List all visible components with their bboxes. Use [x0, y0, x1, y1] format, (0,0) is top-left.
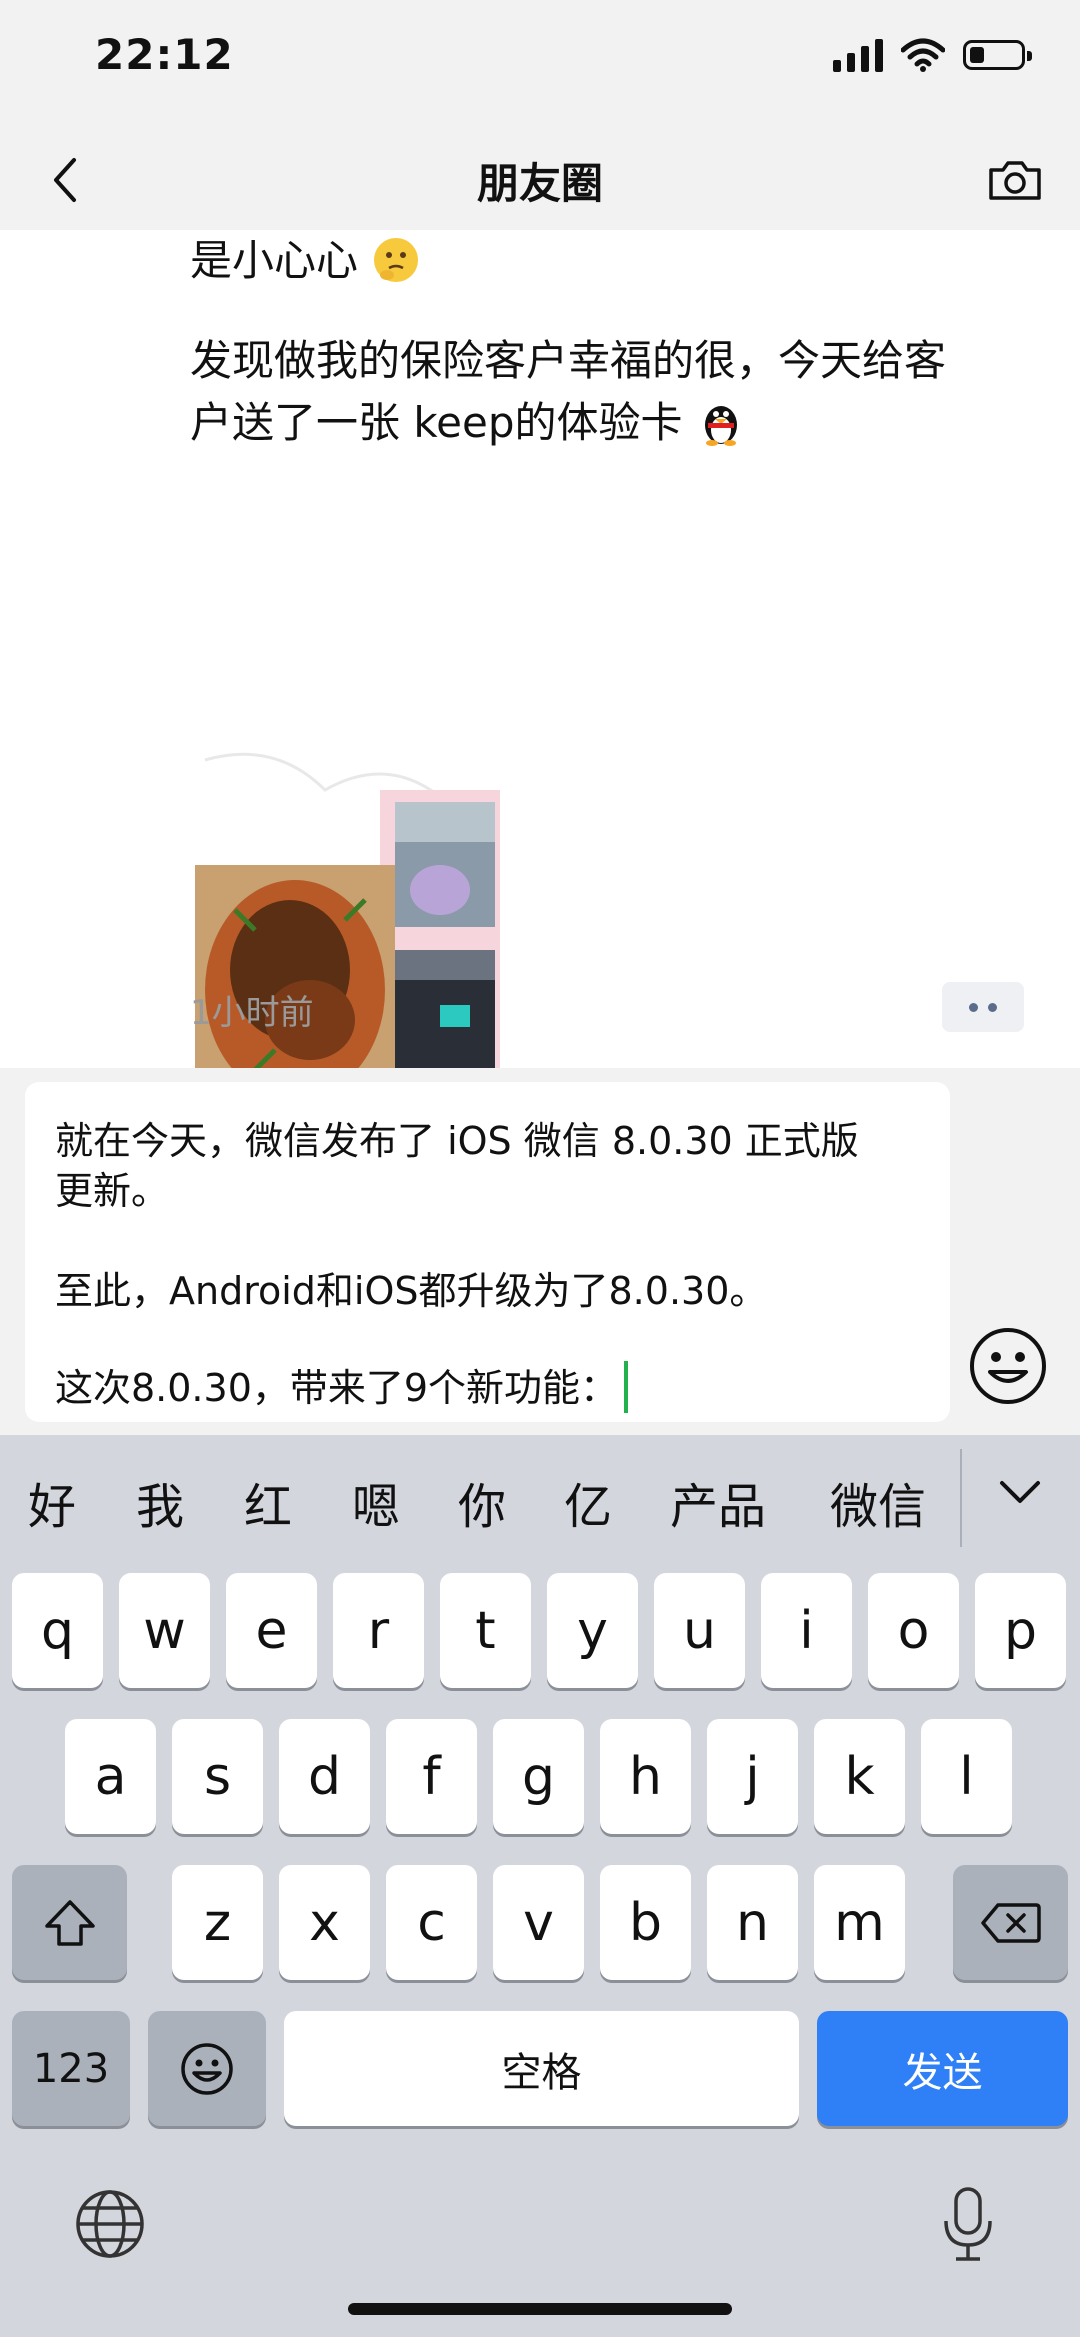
key-a[interactable]: a	[65, 1719, 156, 1834]
home-indicator	[348, 2303, 732, 2315]
key-n[interactable]: n	[707, 1865, 798, 1980]
thinking-face-icon	[374, 238, 419, 282]
key-u[interactable]: u	[654, 1573, 745, 1688]
emoji-key[interactable]	[148, 2011, 266, 2126]
compose-text-line: 就在今天，微信发布了 iOS 微信 8.0.30 正式版	[55, 1119, 859, 1163]
battery-icon	[963, 40, 1032, 70]
key-k[interactable]: k	[814, 1719, 905, 1834]
key-l[interactable]: l	[921, 1719, 1012, 1834]
numbers-key[interactable]: 123	[12, 2011, 130, 2126]
key-s[interactable]: s	[172, 1719, 263, 1834]
candidate-word[interactable]: 亿	[564, 1467, 612, 1537]
globe-icon[interactable]	[74, 2188, 146, 2260]
chevron-down-icon	[1000, 1481, 1040, 1503]
key-i[interactable]: i	[761, 1573, 852, 1688]
moments-post: 是小心心 发现做我的保险客户幸福的很，今天给客 户送了一张 keep的体验卡 1…	[0, 230, 1080, 1130]
key-g[interactable]: g	[493, 1719, 584, 1834]
emoji-icon	[181, 2042, 233, 2095]
key-e[interactable]: e	[226, 1573, 317, 1688]
post-text-line: 发现做我的保险客户幸福的很，今天给客	[190, 336, 947, 385]
camera-icon	[989, 161, 1041, 200]
wifi-icon	[901, 38, 945, 72]
text-caret	[624, 1361, 629, 1413]
candidate-word[interactable]: 红	[244, 1467, 292, 1537]
delete-key[interactable]	[953, 1865, 1068, 1980]
key-d[interactable]: d	[279, 1719, 370, 1834]
key-c[interactable]: c	[386, 1865, 477, 1980]
post-timestamp: 1小时前	[190, 993, 314, 1033]
penguin-icon	[704, 406, 737, 446]
status-time: 22:12	[95, 30, 234, 79]
emoji-icon[interactable]	[966, 1324, 1050, 1408]
candidate-word[interactable]: 产品	[670, 1467, 766, 1537]
key-p[interactable]: p	[975, 1573, 1066, 1688]
microphone-icon[interactable]	[940, 2185, 996, 2265]
key-h[interactable]: h	[600, 1719, 691, 1834]
candidate-bar: 好 我 红 嗯 你 亿 产品 微信	[0, 1435, 1080, 1560]
candidate-word[interactable]: 微信	[830, 1467, 926, 1537]
key-y[interactable]: y	[547, 1573, 638, 1688]
post-text-line: 户送了一张 keep的体验卡	[190, 392, 1030, 454]
space-key[interactable]: 空格	[284, 2011, 799, 2126]
page-title: 朋友圈	[476, 159, 603, 208]
comment-compose-area: 就在今天，微信发布了 iOS 微信 8.0.30 正式版 更新。 至此，Andr…	[0, 1068, 1080, 1435]
status-icons	[833, 38, 1032, 72]
camera-button[interactable]	[980, 145, 1050, 215]
delete-icon	[980, 1902, 1041, 1943]
shift-icon	[44, 1899, 95, 1946]
key-x[interactable]: x	[279, 1865, 370, 1980]
compose-text-line: 更新。	[55, 1169, 170, 1213]
candidate-divider	[960, 1449, 962, 1547]
send-key[interactable]: 发送	[817, 2011, 1068, 2126]
keyboard: 好 我 红 嗯 你 亿 产品 微信 q w e r t y u i o p a …	[0, 1435, 1080, 2337]
candidate-word[interactable]: 你	[458, 1467, 506, 1537]
candidate-collapse-button[interactable]	[990, 1463, 1050, 1523]
key-f[interactable]: f	[386, 1719, 477, 1834]
key-r[interactable]: r	[333, 1573, 424, 1688]
key-o[interactable]: o	[868, 1573, 959, 1688]
key-z[interactable]: z	[172, 1865, 263, 1980]
post-text-line: 是小心心	[190, 230, 1030, 292]
status-bar: 22:12	[0, 0, 1080, 130]
nav-bar: 朋友圈	[0, 130, 1080, 230]
key-t[interactable]: t	[440, 1573, 531, 1688]
key-q[interactable]: q	[12, 1573, 103, 1688]
post-more-button[interactable]	[942, 982, 1024, 1032]
key-w[interactable]: w	[119, 1573, 210, 1688]
more-dot	[988, 1002, 997, 1012]
candidate-word[interactable]: 我	[136, 1467, 184, 1537]
candidate-word[interactable]: 好	[28, 1467, 76, 1537]
more-dot	[969, 1002, 978, 1012]
key-m[interactable]: m	[814, 1865, 905, 1980]
key-b[interactable]: b	[600, 1865, 691, 1980]
compose-text-line: 至此，Android和iOS都升级为了8.0.30。	[55, 1269, 768, 1313]
candidate-word[interactable]: 嗯	[352, 1467, 400, 1537]
comment-input[interactable]: 就在今天，微信发布了 iOS 微信 8.0.30 正式版 更新。 至此，Andr…	[25, 1082, 950, 1422]
key-v[interactable]: v	[493, 1865, 584, 1980]
key-j[interactable]: j	[707, 1719, 798, 1834]
compose-text-line: 这次8.0.30，带来了9个新功能：	[55, 1357, 629, 1413]
shift-key[interactable]	[12, 1865, 127, 1980]
cellular-signal-icon	[833, 38, 883, 72]
